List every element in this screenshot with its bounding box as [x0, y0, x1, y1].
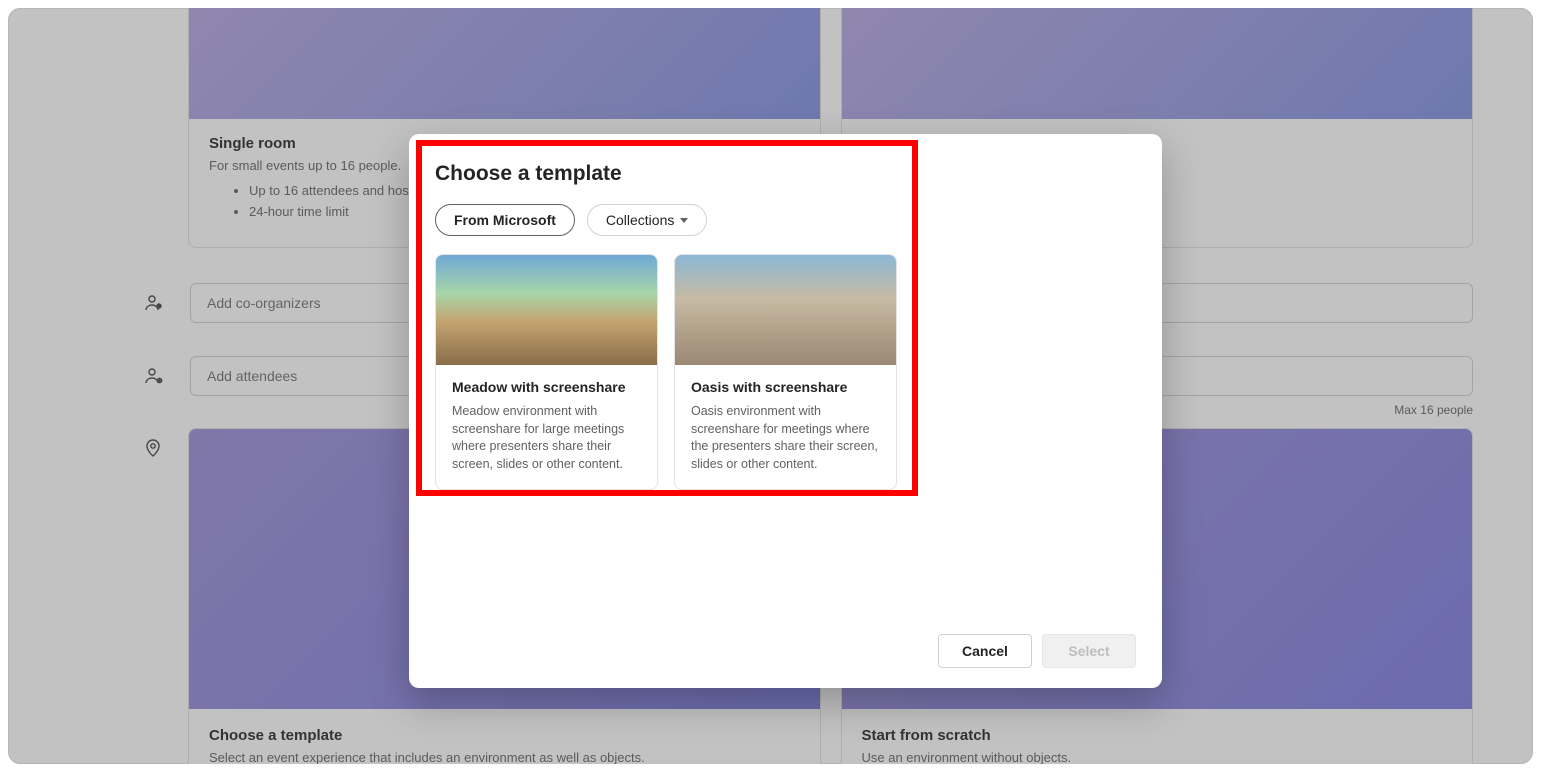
template-meadow-title: Meadow with screenshare — [452, 379, 641, 395]
template-oasis-desc: Oasis environment with screenshare for m… — [691, 403, 880, 473]
tab-from-microsoft[interactable]: From Microsoft — [435, 204, 575, 236]
select-button[interactable]: Select — [1042, 634, 1136, 668]
choose-template-modal: Choose a template From Microsoft Collect… — [409, 134, 1162, 688]
tab-from-microsoft-label: From Microsoft — [454, 212, 556, 228]
cancel-button-label: Cancel — [962, 643, 1008, 659]
template-meadow-desc: Meadow environment with screenshare for … — [452, 403, 641, 473]
cancel-button[interactable]: Cancel — [938, 634, 1032, 668]
template-meadow-image — [436, 255, 657, 365]
template-meadow[interactable]: Meadow with screenshare Meadow environme… — [435, 254, 658, 490]
modal-title: Choose a template — [435, 162, 1136, 186]
tab-collections-label: Collections — [606, 212, 674, 228]
tab-collections[interactable]: Collections — [587, 204, 707, 236]
template-oasis-title: Oasis with screenshare — [691, 379, 880, 395]
template-oasis-image — [675, 255, 896, 365]
chevron-down-icon — [680, 218, 688, 223]
select-button-label: Select — [1068, 643, 1109, 659]
template-oasis[interactable]: Oasis with screenshare Oasis environment… — [674, 254, 897, 490]
